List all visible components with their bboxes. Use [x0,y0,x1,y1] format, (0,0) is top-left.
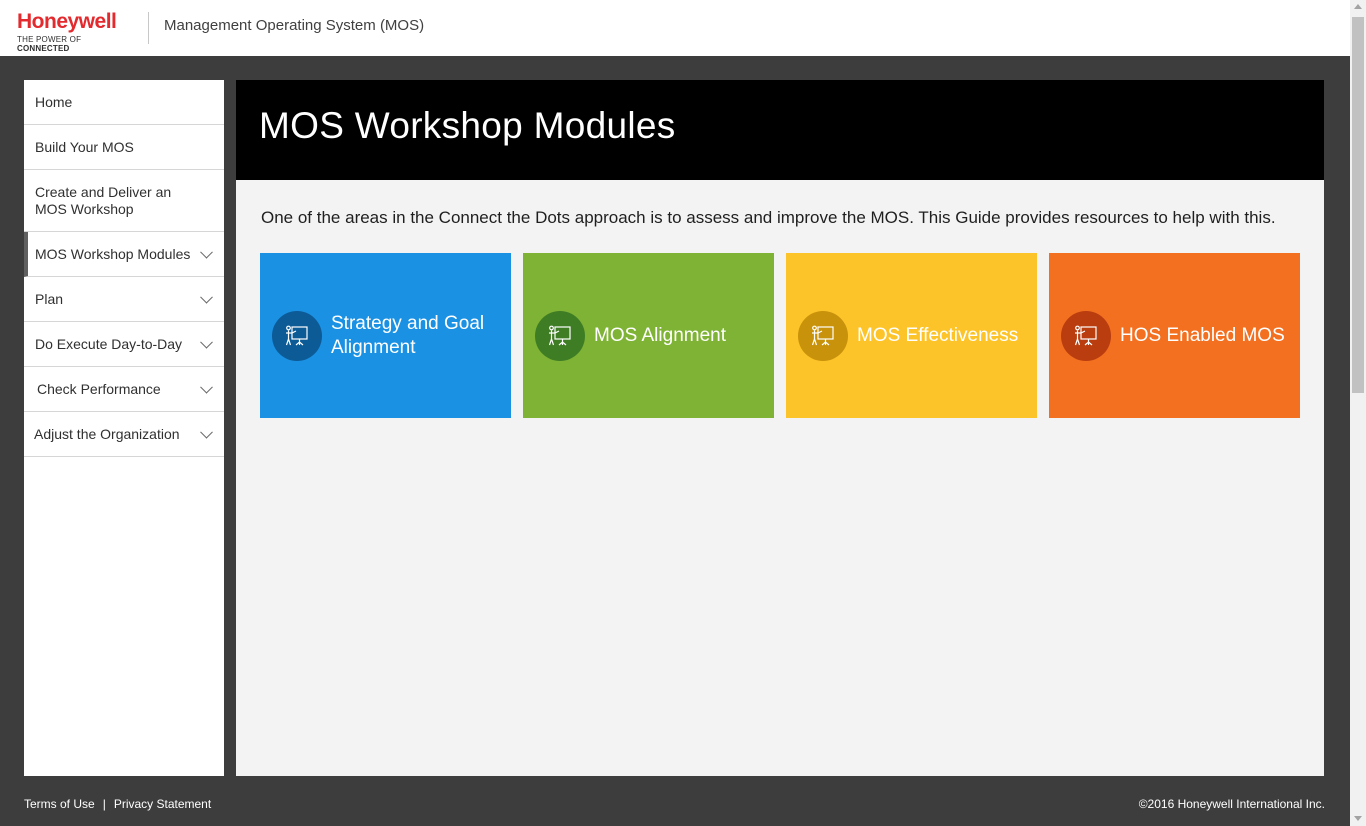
sidebar-item-label: Do Execute Day-to-Day [35,335,183,352]
module-icon-circle [1061,311,1111,361]
module-icon-circle [272,311,322,361]
sidebar-item-mos-workshop-modules[interactable]: MOS Workshop Modules [24,232,224,277]
module-tile-mos-alignment[interactable]: MOS Alignment [523,253,774,418]
sidebar-item-label: Check Performance [37,380,161,397]
header-divider [148,12,149,44]
module-tile-label: Strategy and Goal Alignment [331,312,485,358]
sidebar-item-label: Plan [35,290,64,307]
footer-separator: | [102,797,106,811]
sidebar-item-label: Build Your MOS [35,138,134,155]
sidebar-item-label: Create and Deliver an MOS Workshop [35,183,172,217]
presenter-icon [285,325,308,346]
page-banner: MOS Workshop Modules [236,80,1324,180]
presenter-icon [548,325,571,346]
sidebar-item-plan[interactable]: Plan [24,277,224,322]
module-tile-label: MOS Effectiveness [857,324,1019,346]
scrollbar-thumb[interactable] [1352,17,1364,393]
footer-links: Terms of Use | Privacy Statement [24,797,211,811]
sidebar-item-label: MOS Workshop Modules [35,245,191,262]
module-tile-strategy-goal-alignment[interactable]: Strategy and Goal Alignment [260,253,511,418]
sidebar-item-adjust-organization[interactable]: Adjust the Organization [24,412,224,457]
intro-text: One of the areas in the Connect the Dots… [261,208,1276,227]
chevron-down-icon[interactable] [200,290,213,304]
scroll-down-arrow-icon[interactable] [1354,816,1362,821]
module-icon-circle [798,311,848,361]
copyright-text: ©2016 Honeywell International Inc. [1138,797,1325,811]
terms-of-use-link[interactable]: Terms of Use [24,797,95,811]
main-content: MOS Workshop Modules One of the areas in… [236,80,1324,776]
sidebar-item-create-deliver-workshop[interactable]: Create and Deliver an MOS Workshop [24,170,224,232]
presenter-icon [1074,325,1097,346]
scroll-up-arrow-icon[interactable] [1354,4,1362,9]
app-title: Management Operating System (MOS) [164,17,425,34]
honeywell-logo[interactable]: Honeywell THE POWER OF CONNECTED [17,10,133,53]
vertical-scrollbar[interactable] [1350,0,1366,826]
module-tile-hos-enabled-mos[interactable]: HOS Enabled MOS [1049,253,1300,418]
sidebar-nav: Home Build Your MOS Create and Deliver a… [24,80,224,776]
sidebar-item-check-performance[interactable]: Check Performance [24,367,224,412]
module-tile-mos-effectiveness[interactable]: MOS Effectiveness [786,253,1037,418]
page-title: MOS Workshop Modules [259,105,676,146]
sidebar-item-build-your-mos[interactable]: Build Your MOS [24,125,224,170]
logo-tagline: THE POWER OF CONNECTED [17,35,82,53]
privacy-statement-link[interactable]: Privacy Statement [114,797,211,811]
module-tile-label: HOS Enabled MOS [1120,324,1285,346]
sidebar-item-home[interactable]: Home [24,80,224,125]
module-tile-label: MOS Alignment [594,324,726,346]
sidebar-item-do-execute[interactable]: Do Execute Day-to-Day [24,322,224,367]
logo-wordmark: Honeywell [17,10,117,33]
chevron-down-icon[interactable] [200,380,213,394]
presenter-icon [811,325,834,346]
sidebar-item-label: Adjust the Organization [34,425,180,442]
header-bar: Honeywell THE POWER OF CONNECTED Managem… [0,0,1350,56]
sidebar-item-label: Home [35,93,73,110]
module-icon-circle [535,311,585,361]
